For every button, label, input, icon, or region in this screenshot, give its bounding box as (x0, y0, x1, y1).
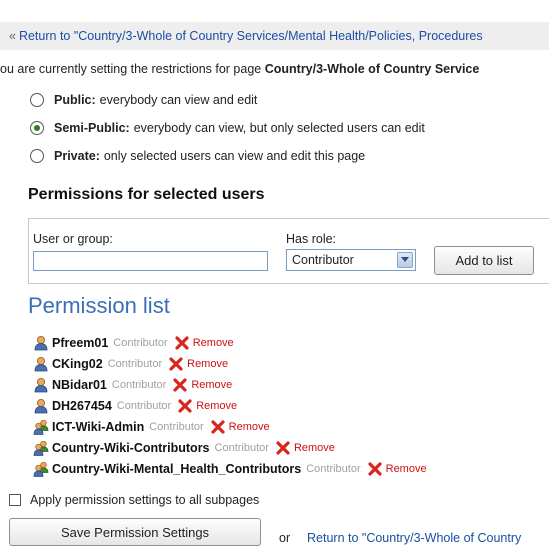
permission-role: Contributor (214, 442, 269, 454)
radio-private[interactable] (30, 149, 44, 163)
role-label: Has role: (286, 232, 337, 246)
return-link-top[interactable]: «Return to "Country/3-Whole of Country S… (9, 29, 483, 43)
permission-list-heading: Permission list (28, 293, 170, 318)
remove-button[interactable]: Remove (177, 398, 237, 414)
permission-user-name: Country-Wiki-Mental_Health_Contributors (52, 462, 302, 476)
remove-x-icon[interactable] (168, 356, 184, 372)
remove-label[interactable]: Remove (386, 463, 427, 475)
option-private-desc: only selected users can view and edit th… (103, 149, 366, 163)
remove-x-icon[interactable] (210, 419, 226, 435)
permission-user-name: ICT-Wiki-Admin (52, 420, 145, 434)
option-public-desc: everybody can view and edit (99, 93, 258, 107)
permission-user-name: DH267454 (52, 399, 112, 413)
remove-x-icon[interactable] (367, 461, 383, 477)
group-icon (33, 440, 49, 456)
option-semi-public-title: Semi-Public: (54, 121, 130, 135)
or-text: or (279, 531, 291, 545)
remove-label[interactable]: Remove (196, 400, 237, 412)
permission-user-name: Country-Wiki-Contributors (52, 441, 210, 455)
permission-row: DH267454 Contributor Remove (33, 398, 237, 414)
remove-button[interactable]: Remove (172, 377, 232, 393)
option-public-title: Public: (54, 93, 96, 107)
permission-row: Country-Wiki-Contributors Contributor Remo… (33, 440, 335, 456)
permission-role: Contributor (306, 463, 361, 475)
add-to-list-button[interactable]: Add to list (434, 246, 534, 275)
intro-page-name: Country/3-Whole of Country Service (264, 62, 480, 76)
permission-row: Pfreem01 Contributor Remove (33, 335, 234, 351)
remove-button[interactable]: Remove (275, 440, 335, 456)
option-semi-public-desc: everybody can view, but only selected us… (133, 121, 425, 135)
remove-label[interactable]: Remove (187, 358, 228, 370)
group-icon (33, 419, 49, 435)
remove-button[interactable]: Remove (168, 356, 228, 372)
permissions-heading: Permissions for selected users (28, 186, 265, 203)
remove-label[interactable]: Remove (294, 442, 335, 454)
user-icon (33, 356, 49, 372)
return-link-top-text: Return to "Country/3-Whole of Country Se… (18, 29, 483, 43)
option-private[interactable]: Private: only selected users can view an… (30, 149, 365, 163)
permission-role: Contributor (113, 337, 168, 349)
permission-user-name: CKing02 (52, 357, 103, 371)
permission-role: Contributor (149, 421, 204, 433)
remove-button[interactable]: Remove (174, 335, 234, 351)
return-link-bottom[interactable]: Return to "Country/3-Whole of Country (307, 531, 521, 545)
user-icon (33, 335, 49, 351)
remove-x-icon[interactable] (174, 335, 190, 351)
remove-button[interactable]: Remove (210, 419, 270, 435)
user-label: User or group: (33, 232, 113, 246)
permission-role: Contributor (111, 379, 167, 391)
remove-x-icon[interactable] (275, 440, 291, 456)
remove-label[interactable]: Remove (191, 379, 232, 391)
remove-x-icon[interactable] (177, 398, 193, 414)
intro-text: ou are currently setting the restriction… (0, 62, 479, 76)
permission-user-name: Pfreem01 (52, 336, 109, 350)
save-permission-settings-button[interactable]: Save Permission Settings (9, 518, 261, 546)
role-select-value: Contributor (292, 253, 354, 267)
permission-user-name: NBidar01 (52, 378, 107, 392)
remove-label[interactable]: Remove (193, 337, 234, 349)
option-public[interactable]: Public: everybody can view and edit (30, 93, 257, 107)
permission-row: CKing02 Contributor Remove (33, 356, 228, 372)
permission-role: Contributor (107, 358, 163, 370)
radio-public[interactable] (30, 93, 44, 107)
apply-subpages-checkbox[interactable] (9, 494, 21, 506)
user-icon (33, 398, 49, 414)
intro-prefix: ou are currently setting the restriction… (0, 62, 265, 76)
permission-row: ICT-Wiki-Admin Contributor Remove (33, 419, 270, 435)
remove-button[interactable]: Remove (367, 461, 427, 477)
permission-role: Contributor (116, 400, 172, 412)
option-semi-public[interactable]: Semi-Public: everybody can view, but onl… (30, 121, 425, 135)
remove-x-icon[interactable] (172, 377, 188, 393)
group-icon (33, 461, 49, 477)
user-icon (33, 377, 49, 393)
chevron-down-icon[interactable] (397, 252, 413, 268)
remove-label[interactable]: Remove (229, 421, 270, 433)
permission-row: Country-Wiki-Mental_Health_Contributors C… (33, 461, 427, 477)
raquo-glyph: « (9, 29, 16, 43)
radio-semi-public[interactable] (30, 121, 44, 135)
permission-row: NBidar01 Contributor Remove (33, 377, 232, 393)
apply-subpages-label: Apply permission settings to all subpage… (30, 493, 260, 507)
user-input[interactable] (33, 251, 268, 271)
role-select[interactable]: Contributor (286, 249, 416, 271)
option-private-title: Private: (54, 149, 100, 163)
